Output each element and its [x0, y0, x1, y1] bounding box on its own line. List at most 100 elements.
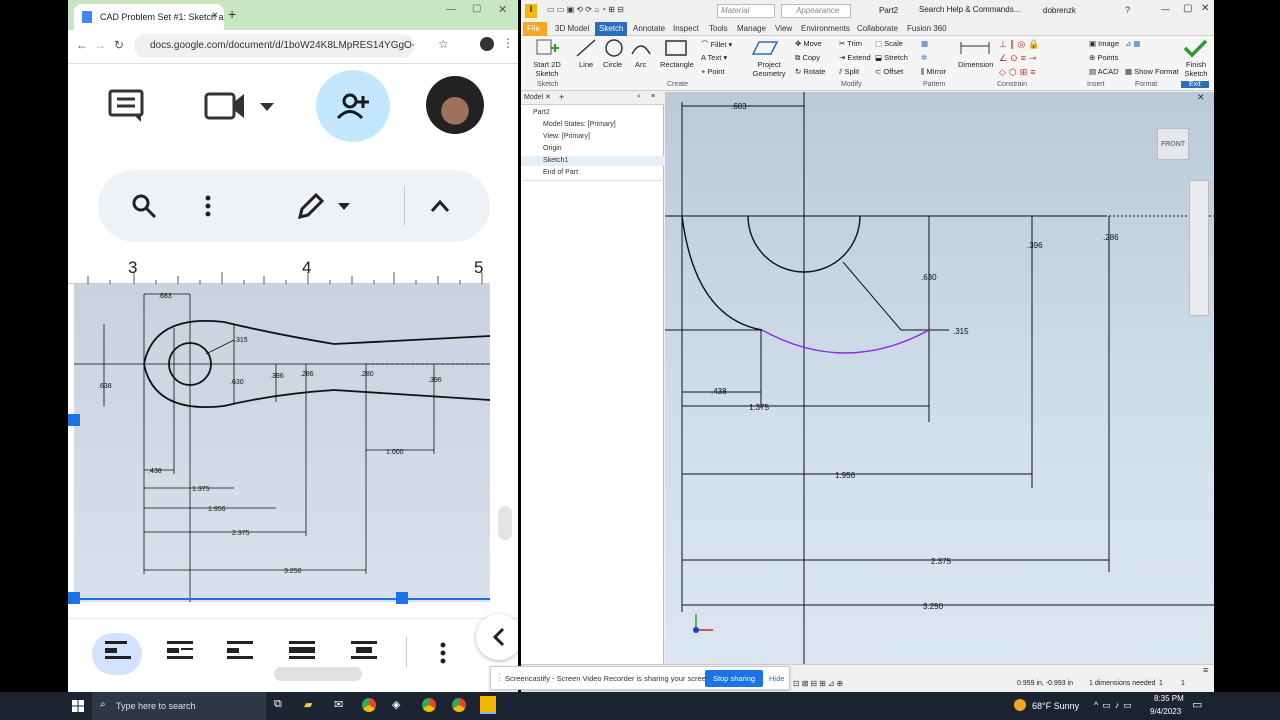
sketch-dim-1956[interactable]: 1.956 — [835, 471, 856, 480]
collapse-toolbar-button[interactable] — [428, 192, 452, 220]
help-search-field[interactable]: Search Help & Commands... — [919, 5, 1027, 18]
format-icons[interactable]: ⊿ ▦ — [1125, 39, 1140, 48]
tab-tools[interactable]: Tools — [705, 22, 732, 36]
tab-view[interactable]: View — [771, 22, 796, 36]
image-selection-handle-left[interactable] — [68, 414, 80, 426]
sketch-dim-286[interactable]: .286 — [1103, 233, 1119, 242]
sketch-dim-3250[interactable]: 3.250 — [923, 602, 944, 611]
graphics-viewport[interactable]: .683 .396 .286 .630 .315 .438 1.375 1.95… — [665, 92, 1214, 664]
scrollbar-thumb[interactable] — [498, 506, 512, 540]
browser-item-view[interactable]: View: [Primary] — [543, 133, 590, 140]
constraint-icons-2[interactable]: ∠⊙≡⊸ — [999, 53, 1039, 64]
viewport-close-icon[interactable]: ✕ — [1197, 92, 1205, 103]
share-button[interactable] — [316, 70, 390, 142]
rectangle-button[interactable]: Rectangle — [657, 38, 695, 78]
windows-start-icon[interactable] — [72, 700, 84, 712]
tab-sketch[interactable]: Sketch — [595, 22, 628, 36]
hide-button[interactable]: Hide — [769, 674, 784, 683]
minimize-icon[interactable]: — — [1161, 4, 1170, 14]
appearance-dropdown[interactable]: Appearance — [781, 4, 851, 18]
rotate-button[interactable]: ↻ Rotate — [795, 67, 825, 76]
search-button[interactable] — [130, 192, 158, 220]
chrome-icon[interactable] — [362, 698, 376, 712]
copy-button[interactable]: ⧉ Copy — [795, 53, 820, 63]
constraint-icons[interactable]: ⊥∥◎🔒 — [999, 39, 1042, 50]
status-tool-icons[interactable]: ⊡⊠⊟⊞⊿⊕ — [793, 679, 845, 688]
sketch-dim-630[interactable]: .630 — [921, 273, 937, 282]
circ-pattern-icon[interactable]: ✲ — [921, 53, 927, 62]
arc-button[interactable]: Arc — [629, 38, 653, 78]
url-field[interactable]: docs.google.com/document/d/1boW24K8LMpRE… — [134, 34, 414, 58]
browser-add-icon[interactable]: + — [559, 92, 564, 102]
editing-mode-button[interactable] — [294, 190, 358, 222]
sketch-dim-2375[interactable]: 2.375 — [931, 557, 952, 566]
chrome-icon-3[interactable] — [452, 698, 466, 712]
notification-icon[interactable]: ▭ — [1192, 698, 1202, 711]
browser-item-origin[interactable]: Origin — [543, 145, 562, 152]
sketch-dim-1375[interactable]: 1.375 — [749, 403, 770, 412]
profile-avatar-small[interactable] — [480, 37, 494, 51]
comments-button[interactable] — [106, 86, 146, 126]
taskbar-search-box[interactable]: ⌕ Type here to search — [92, 692, 266, 720]
back-icon[interactable]: ← — [76, 38, 88, 52]
maximize-icon[interactable]: ▢ — [472, 3, 481, 14]
tab-collaborate[interactable]: Collaborate — [853, 22, 902, 36]
new-tab-button[interactable]: + — [228, 6, 236, 22]
more-options-button[interactable] — [198, 192, 218, 220]
sketch-dim-683[interactable]: .683 — [731, 102, 747, 111]
weather-text[interactable]: 68°F Sunny — [1032, 701, 1079, 711]
close-window-icon[interactable]: ✕ — [498, 3, 507, 16]
weather-icon[interactable] — [1014, 699, 1026, 711]
circle-button[interactable]: Circle — [601, 38, 627, 78]
minimize-icon[interactable]: — — [446, 4, 456, 15]
wrap-text-icon[interactable] — [350, 639, 378, 661]
tab-manage[interactable]: Manage — [733, 22, 770, 36]
dimension-button[interactable]: Dimension — [957, 38, 993, 78]
problem-drawing-image[interactable]: .683 .315 .638 .630 .396 .286 .280 .396 … — [74, 284, 490, 602]
chrome-menu-icon[interactable]: ⋮ — [502, 36, 514, 50]
line-button[interactable]: Line — [573, 38, 599, 78]
tab-inspect[interactable]: Inspect — [669, 22, 703, 36]
acad-button[interactable]: ▤ ACAD — [1089, 67, 1119, 76]
inventor-taskbar-icon[interactable] — [480, 696, 496, 714]
chrome-icon-2[interactable] — [422, 698, 436, 712]
extend-button[interactable]: ⇥ Extend — [839, 53, 871, 62]
browser-item-model-states[interactable]: Model States: [Primary] — [543, 121, 616, 128]
more-format-icon[interactable] — [440, 641, 446, 665]
inventor-logo[interactable]: I — [525, 4, 537, 18]
project-geometry-button[interactable]: Project Geometry — [747, 38, 789, 78]
sketch-dim-315[interactable]: .315 — [953, 327, 969, 336]
text-button[interactable]: A Text ▾ — [701, 53, 727, 62]
file-explorer-icon[interactable]: ▰ — [304, 698, 312, 711]
browser-menu-icon[interactable]: ≡ — [651, 93, 655, 100]
offset-button[interactable]: ⊂ Offset — [875, 67, 903, 76]
tab-file[interactable]: File — [523, 22, 547, 36]
finish-sketch-button[interactable]: Finish Sketch — [1179, 38, 1211, 78]
tab-close-icon[interactable]: × — [212, 10, 218, 21]
qat-icons[interactable]: ▭ ▭ ▣ ⟲ ⟳ ⌂ ◔ ⊞ ⊟ — [547, 5, 624, 14]
side-panel-toggle[interactable] — [476, 614, 518, 660]
status-menu-icon[interactable]: ≡ — [1203, 665, 1208, 675]
fillet-button[interactable]: ⌒ Fillet ▾ — [701, 39, 732, 50]
forward-icon[interactable]: → — [94, 38, 106, 52]
account-avatar[interactable] — [426, 76, 484, 134]
tab-annotate[interactable]: Annotate — [629, 22, 669, 36]
image-button[interactable]: ▣ Image — [1089, 39, 1119, 48]
split-button[interactable]: ⫽ Split — [839, 67, 859, 77]
tab-model[interactable]: Model — [524, 94, 543, 101]
show-format-button[interactable]: ▦ Show Format — [1125, 67, 1179, 76]
tab-fusion-360[interactable]: Fusion 360 — [903, 22, 951, 36]
align-right-icon[interactable] — [226, 639, 254, 661]
justify-icon[interactable] — [288, 639, 316, 661]
browser-tab[interactable]: CAD Problem Set #1: Sketch and × — [74, 4, 224, 30]
mirror-button[interactable]: ⫼ Mirror — [921, 67, 946, 77]
user-name[interactable]: dobrenzk — [1043, 6, 1076, 15]
move-button[interactable]: ✥ Move — [795, 39, 822, 48]
scale-button[interactable]: ⬚ Scale — [875, 39, 903, 48]
stretch-button[interactable]: ⬓ Stretch — [875, 53, 908, 62]
clock-time[interactable]: 8:35 PM — [1154, 694, 1184, 703]
task-view-icon[interactable]: ⧉ — [274, 698, 282, 711]
help-icon[interactable]: ? — [1125, 5, 1130, 15]
mail-icon[interactable]: ✉ — [334, 698, 343, 711]
restore-icon[interactable]: ▢ — [1183, 3, 1192, 14]
